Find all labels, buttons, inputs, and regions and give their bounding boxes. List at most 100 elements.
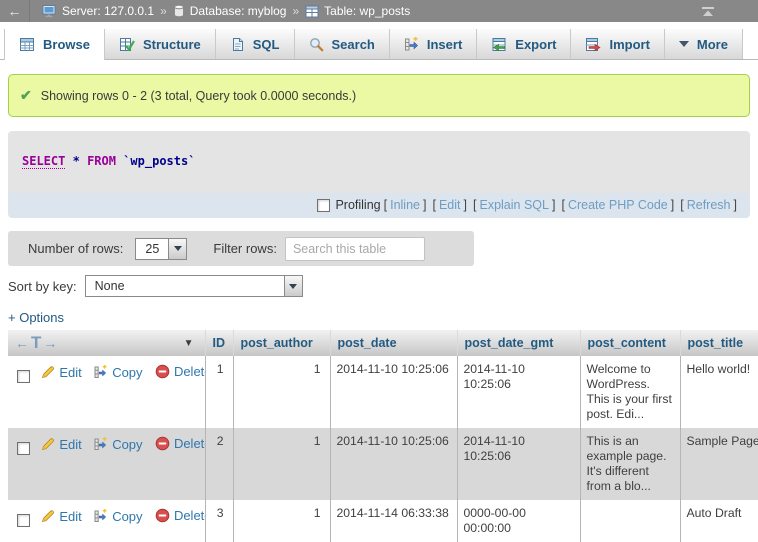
cell-post-content: This is an example page. It's different … <box>580 428 680 500</box>
cell-post-date-gmt: 2014-11-10 10:25:06 <box>457 428 580 500</box>
column-header-post-author[interactable]: post_author <box>233 330 330 356</box>
copy-row-icon <box>94 509 108 523</box>
cell-post-title: Hello world! <box>680 356 758 428</box>
nav-tee-icon[interactable]: T <box>31 333 41 353</box>
tab-insert[interactable]: Insert <box>390 29 477 59</box>
column-header-id[interactable]: ID <box>205 330 233 356</box>
bracket: [ <box>432 198 435 212</box>
row-actions-cell: Edit Copy Delete <box>8 500 205 542</box>
tab-structure[interactable]: Structure <box>105 29 216 59</box>
row-delete-link[interactable]: Delete <box>155 508 205 523</box>
options-toggle-link[interactable]: + Options <box>8 310 64 325</box>
status-message: ✔ Showing rows 0 - 2 (3 total, Query too… <box>8 74 750 117</box>
row-copy-link[interactable]: Copy <box>94 509 142 524</box>
success-check-icon: ✔ <box>20 87 32 104</box>
tab-import[interactable]: Import <box>571 29 664 59</box>
create-php-code-link[interactable]: Create PHP Code <box>568 198 668 212</box>
row-actions-cell: Edit Copy Delete <box>8 356 205 428</box>
filter-rows-label: Filter rows: <box>213 241 277 256</box>
column-header-post-content[interactable]: post_content <box>580 330 680 356</box>
import-icon <box>585 37 601 52</box>
number-of-rows-select[interactable]: 25 <box>135 238 187 260</box>
breadcrumb-server[interactable]: Server: 127.0.0.1 <box>42 4 154 18</box>
table-row: Edit Copy Delete 2 1 2014-11-10 10:25:06… <box>8 428 758 500</box>
explain-sql-link[interactable]: Explain SQL <box>479 198 548 212</box>
export-icon <box>491 37 507 52</box>
breadcrumb-database[interactable]: Database: myblog <box>173 4 287 18</box>
cell-post-title: Sample Page <box>680 428 758 500</box>
column-header-post-date[interactable]: post_date <box>330 330 457 356</box>
filter-rows-input[interactable] <box>285 237 425 261</box>
sort-by-key-select[interactable]: None <box>85 275 303 297</box>
bracket: ] <box>423 198 426 212</box>
back-button[interactable]: ← <box>0 0 30 22</box>
row-edit-link[interactable]: Edit <box>41 509 81 524</box>
sort-by-key-value: None <box>86 276 284 296</box>
back-icon: ← <box>8 3 22 19</box>
breadcrumb-server-label: Server: 127.0.0.1 <box>62 4 154 18</box>
profiling-checkbox[interactable] <box>317 199 330 212</box>
cell-post-date: 2014-11-10 10:25:06 <box>330 356 457 428</box>
cell-id: 3 <box>205 500 233 542</box>
breadcrumb-separator: » <box>292 4 299 18</box>
table-header-row: ← T → ▼ ID post_author post_date post_da… <box>8 330 758 356</box>
row-edit-label: Edit <box>59 365 81 380</box>
breadcrumb-table[interactable]: Table: wp_posts <box>305 4 410 18</box>
table-row: Edit Copy Delete 3 1 2014-11-14 06:33:38… <box>8 500 758 542</box>
sql-query-text: SELECT * FROM `wp_posts` <box>8 131 750 193</box>
column-header-post-date-gmt[interactable]: post_date_gmt <box>457 330 580 356</box>
pencil-icon <box>41 365 55 379</box>
row-edit-link[interactable]: Edit <box>41 365 81 380</box>
row-actions-cell: Edit Copy Delete <box>8 428 205 500</box>
table-icon <box>305 5 319 18</box>
row-delete-link[interactable]: Delete <box>155 364 205 379</box>
cell-post-date: 2014-11-10 10:25:06 <box>330 428 457 500</box>
cell-post-author: 1 <box>233 356 330 428</box>
cell-post-content <box>580 500 680 542</box>
tab-bar: Browse Structure SQL Search Insert Expor… <box>0 28 758 60</box>
edit-link[interactable]: Edit <box>439 198 461 212</box>
breadcrumb-table-label: Table: wp_posts <box>324 4 410 18</box>
table-row: Edit Copy Delete 1 1 2014-11-10 10:25:06… <box>8 356 758 428</box>
collapse-console-icon[interactable] <box>700 5 716 18</box>
row-delete-link[interactable]: Delete <box>155 436 205 451</box>
select-dropdown-button[interactable] <box>284 276 302 296</box>
nav-left-arrow-icon[interactable]: ← <box>15 335 29 351</box>
sql-icon <box>230 37 245 52</box>
column-header-post-title[interactable]: post_title <box>680 330 758 356</box>
tab-search[interactable]: Search <box>295 29 390 59</box>
row-delete-label: Delete <box>174 364 205 379</box>
delete-icon <box>155 508 170 523</box>
row-delete-label: Delete <box>174 436 205 451</box>
row-edit-link[interactable]: Edit <box>41 437 81 452</box>
breadcrumb: Server: 127.0.0.1 » Database: myblog » T… <box>42 4 410 18</box>
inline-link[interactable]: Inline <box>390 198 420 212</box>
select-dropdown-button[interactable] <box>168 239 186 259</box>
tab-search-label: Search <box>332 37 375 52</box>
status-message-text: Showing rows 0 - 2 (3 total, Query took … <box>41 89 356 103</box>
structure-icon <box>119 37 135 52</box>
row-copy-link[interactable]: Copy <box>94 365 142 380</box>
chevron-down-icon <box>289 284 297 289</box>
refresh-link[interactable]: Refresh <box>687 198 731 212</box>
row-select-checkbox[interactable] <box>17 514 30 527</box>
header-dropdown-icon[interactable]: ▼ <box>184 338 194 349</box>
actions-header-cell[interactable]: ← T → ▼ <box>8 330 205 356</box>
cell-id: 1 <box>205 356 233 428</box>
tab-export[interactable]: Export <box>477 29 571 59</box>
sql-keyword-from: FROM <box>87 154 116 168</box>
row-copy-label: Copy <box>112 437 142 452</box>
row-select-checkbox[interactable] <box>17 442 30 455</box>
tab-browse[interactable]: Browse <box>4 29 105 60</box>
breadcrumb-bar: ← Server: 127.0.0.1 » Database: myblog »… <box>0 0 758 22</box>
tab-sql-label: SQL <box>253 37 280 52</box>
row-edit-label: Edit <box>59 437 81 452</box>
tab-more-label: More <box>697 37 728 52</box>
tab-more[interactable]: More <box>665 29 743 59</box>
tab-browse-label: Browse <box>43 37 90 52</box>
tab-sql[interactable]: SQL <box>216 29 295 59</box>
nav-right-arrow-icon[interactable]: → <box>43 335 57 351</box>
row-select-checkbox[interactable] <box>17 370 30 383</box>
row-copy-label: Copy <box>112 365 142 380</box>
row-copy-link[interactable]: Copy <box>94 437 142 452</box>
